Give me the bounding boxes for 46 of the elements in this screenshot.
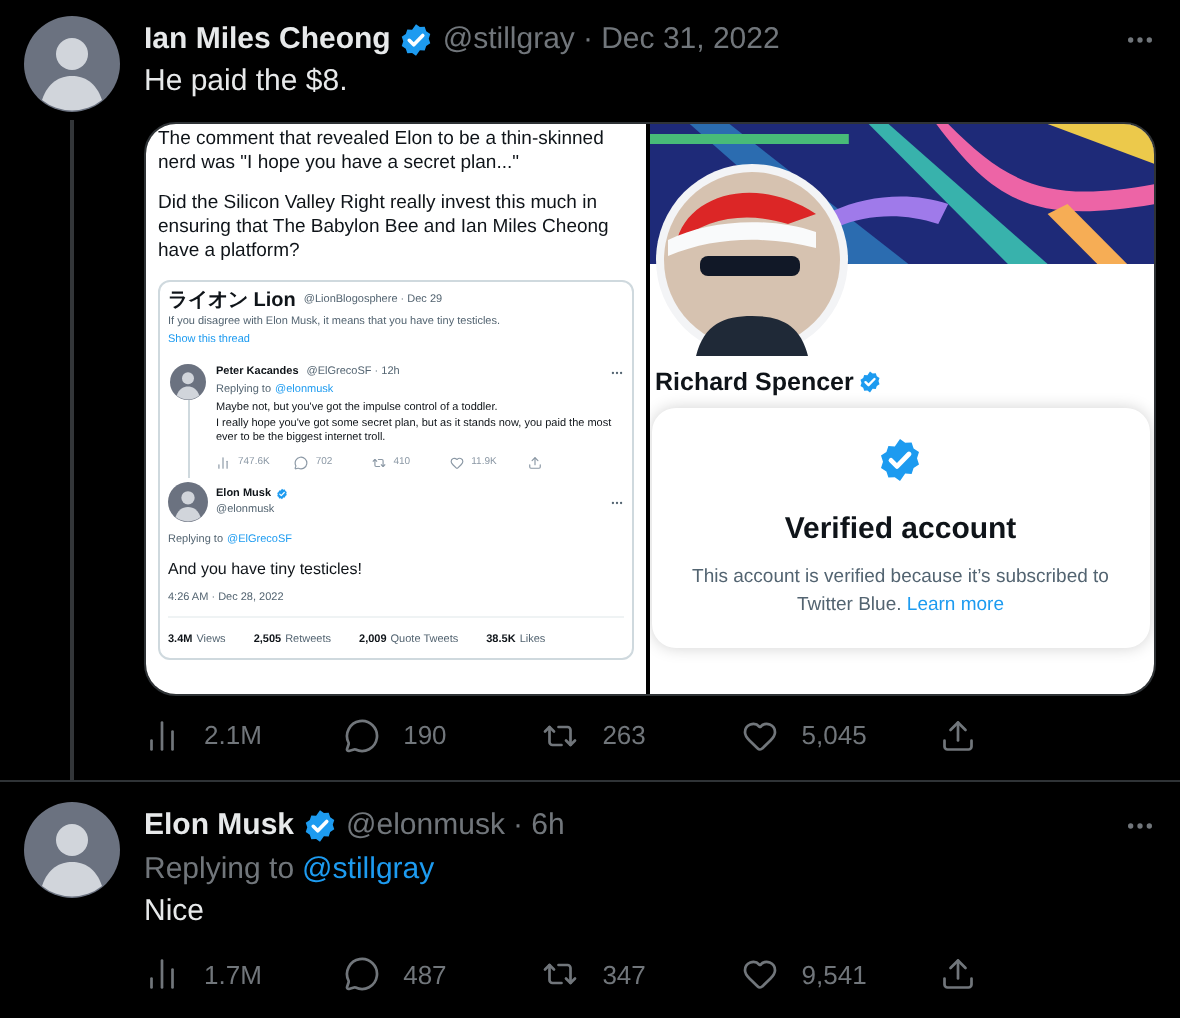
quote-text: The comment that revealed Elon to be a thin-skinned nerd was "I hope you have a secret plan..."	[158, 128, 606, 176]
stat-count: 2.1M	[204, 718, 262, 754]
tweet-text: He paid the $8.	[144, 62, 350, 102]
author-name: ライオン Lion	[168, 290, 296, 312]
stat-count: 1.7M	[204, 957, 262, 993]
mention-link[interactable]: @stillgray	[302, 849, 435, 889]
verified-badge-icon	[876, 435, 925, 484]
popup-text: This account is verified because it’s subscribed to Twitter Blue. Learn more	[690, 564, 1111, 621]
verified-badge-icon	[857, 370, 882, 395]
learn-more-link[interactable]: Learn more	[906, 594, 1004, 617]
profile-name: Richard Spencer	[655, 366, 854, 400]
replying-label: Replying to	[144, 849, 295, 889]
author-name[interactable]: Elon Musk	[144, 805, 295, 845]
views-icon[interactable]	[144, 956, 180, 993]
author-name[interactable]: Ian Miles Cheong	[144, 20, 391, 60]
tweet-date[interactable]: · 6h	[512, 805, 565, 845]
verified-badge-icon	[398, 22, 435, 58]
share-icon[interactable]	[940, 717, 977, 754]
stat-count: 9,541	[801, 957, 867, 993]
like-icon[interactable]	[741, 717, 778, 754]
tweet-date[interactable]: · Dec 31, 2022	[582, 20, 780, 60]
verified-badge-icon	[275, 487, 288, 500]
share-icon[interactable]	[527, 455, 541, 470]
reply-icon[interactable]	[343, 956, 380, 993]
reply-icon[interactable]	[293, 455, 308, 470]
popup-title: Verified account	[784, 509, 1017, 550]
retweet-icon[interactable]	[371, 455, 386, 470]
tweet-text: Nice	[144, 891, 207, 931]
share-icon[interactable]	[940, 956, 977, 993]
like-icon[interactable]	[741, 956, 778, 993]
media-frame[interactable]	[144, 122, 1156, 696]
stat-count: 347	[602, 957, 646, 993]
author-handle[interactable]: @elonmusk	[346, 805, 505, 845]
avatar-icon[interactable]	[24, 801, 120, 897]
stat-count: 487	[403, 957, 447, 993]
like-icon[interactable]	[449, 455, 464, 470]
stat-count: 5,045	[801, 718, 867, 754]
verified-badge-icon	[302, 807, 339, 843]
author-handle[interactable]: @stillgray	[442, 20, 575, 60]
avatar-icon[interactable]	[24, 16, 120, 112]
stat-count: 190	[403, 718, 447, 754]
quote-text: Did the Silicon Valley Right really invest this much in ensuring that The Babylon Bee and Ian Miles Cheong have a platform?	[158, 192, 611, 264]
reply-icon[interactable]	[343, 717, 380, 754]
stat-count: 263	[602, 718, 646, 754]
views-icon[interactable]	[144, 717, 180, 754]
tweet-text: And you have tiny testicles!	[168, 558, 364, 581]
